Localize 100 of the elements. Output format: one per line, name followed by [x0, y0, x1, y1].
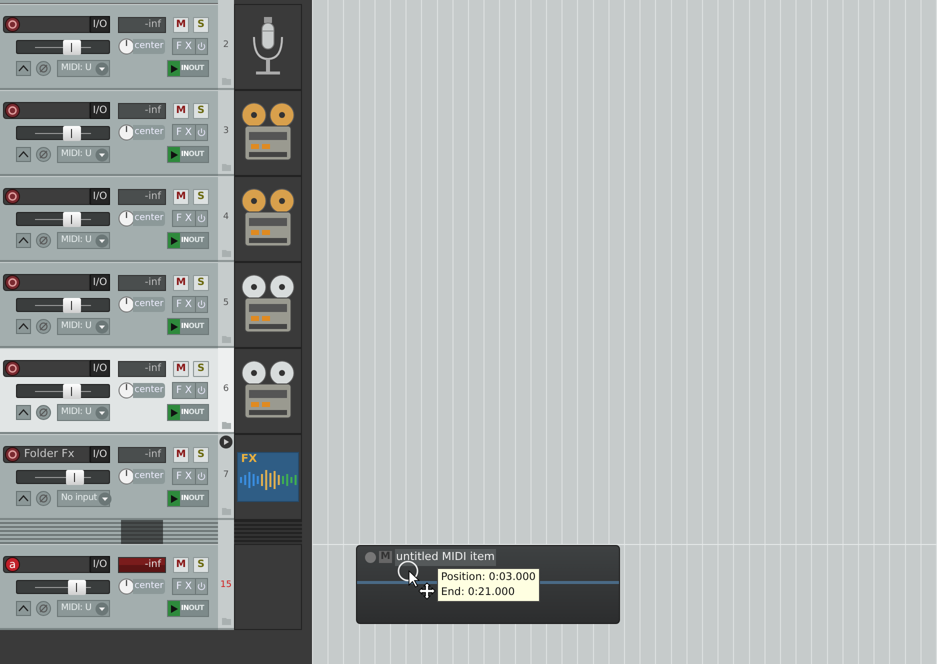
envelope-button[interactable] — [16, 147, 31, 162]
record-icon[interactable] — [8, 20, 17, 29]
record-icon[interactable] — [8, 192, 17, 201]
play-icon[interactable] — [168, 147, 180, 162]
volume-fader[interactable] — [16, 580, 110, 594]
envelope-icon[interactable] — [18, 604, 29, 613]
record-icon[interactable] — [8, 106, 17, 115]
mute-button[interactable]: M — [173, 446, 189, 462]
dropdown-caret-icon[interactable] — [98, 492, 112, 506]
play-icon[interactable] — [168, 61, 180, 76]
dropdown-caret-icon[interactable] — [95, 62, 109, 76]
pan-knob-icon[interactable] — [118, 124, 135, 141]
power-icon[interactable] — [195, 578, 207, 595]
record-arm-button[interactable] — [5, 275, 20, 290]
power-icon[interactable] — [195, 382, 207, 399]
mute-button[interactable]: M — [173, 274, 189, 290]
fx-button[interactable]: F X — [172, 296, 208, 313]
io-button[interactable]: I/O — [90, 16, 110, 33]
power-icon[interactable] — [195, 38, 207, 55]
envelope-icon[interactable] — [18, 64, 29, 73]
mute-button[interactable]: M — [173, 188, 189, 204]
fader-handle[interactable] — [66, 470, 84, 484]
fx-button[interactable]: F X — [172, 124, 208, 141]
folder-toggle-icon[interactable] — [219, 435, 233, 449]
solo-button[interactable]: S — [193, 102, 209, 118]
fx-button[interactable]: F X — [172, 38, 208, 55]
solo-button[interactable]: S — [193, 446, 209, 462]
io-button[interactable]: I/O — [90, 446, 110, 463]
envelope-icon[interactable] — [18, 408, 29, 417]
fx-button[interactable]: F X — [172, 382, 208, 399]
track-name-field[interactable]: Folder Fx — [3, 446, 90, 463]
input-dropdown[interactable]: No input — [57, 490, 110, 507]
envelope-icon[interactable] — [18, 494, 29, 503]
dropdown-caret-icon[interactable] — [95, 320, 109, 334]
dropdown-caret-icon[interactable] — [95, 148, 109, 162]
envelope-button[interactable] — [16, 61, 31, 76]
pan-knob-icon[interactable] — [118, 210, 135, 227]
volume-fader[interactable] — [16, 212, 110, 226]
io-button[interactable]: I/O — [90, 188, 110, 205]
record-arm-button[interactable] — [5, 189, 20, 204]
power-icon[interactable] — [195, 124, 207, 141]
power-icon[interactable] — [195, 468, 207, 485]
play-icon[interactable] — [168, 491, 180, 506]
fader-handle[interactable] — [63, 126, 82, 140]
record-arm-button[interactable] — [5, 103, 20, 118]
mute-button[interactable]: M — [173, 556, 189, 572]
mute-button[interactable]: M — [173, 16, 189, 32]
solo-button[interactable]: S — [193, 360, 209, 376]
record-arm-button[interactable] — [5, 447, 20, 462]
play-icon[interactable] — [168, 233, 180, 248]
fader-handle[interactable] — [63, 212, 82, 226]
input-dropdown[interactable]: MIDI: U — [57, 60, 110, 77]
pan-knob-icon[interactable] — [118, 38, 135, 55]
solo-button[interactable]: S — [193, 188, 209, 204]
envelope-icon[interactable] — [18, 236, 29, 245]
input-dropdown[interactable]: MIDI: U — [57, 318, 110, 335]
volume-fader[interactable] — [16, 384, 110, 398]
fx-button[interactable]: F X — [172, 468, 208, 485]
envelope-button[interactable] — [16, 233, 31, 248]
input-dropdown[interactable]: MIDI: U — [57, 232, 110, 249]
envelope-icon[interactable] — [18, 150, 29, 159]
record-arm-button[interactable]: a — [5, 557, 20, 572]
input-dropdown[interactable]: MIDI: U — [57, 404, 110, 421]
io-button[interactable]: I/O — [90, 556, 110, 573]
input-dropdown[interactable]: MIDI: U — [57, 600, 110, 617]
volume-fader[interactable] — [16, 298, 110, 312]
play-icon[interactable] — [168, 405, 180, 420]
io-button[interactable]: I/O — [90, 102, 110, 119]
solo-button[interactable]: S — [193, 556, 209, 572]
volume-fader[interactable] — [16, 126, 110, 140]
envelope-icon[interactable] — [18, 322, 29, 331]
record-icon[interactable] — [8, 364, 17, 373]
envelope-button[interactable] — [16, 491, 31, 506]
fx-button[interactable]: F X — [172, 578, 208, 595]
fader-handle[interactable] — [63, 384, 82, 398]
io-button[interactable]: I/O — [90, 360, 110, 377]
pan-knob-icon[interactable] — [118, 578, 135, 595]
dropdown-caret-icon[interactable] — [95, 406, 109, 420]
fader-handle[interactable] — [68, 580, 86, 594]
mute-button[interactable]: M — [173, 102, 189, 118]
dropdown-caret-icon[interactable] — [95, 602, 109, 616]
play-icon[interactable] — [168, 601, 180, 616]
record-icon[interactable] — [8, 450, 17, 459]
record-arm-button[interactable] — [5, 17, 20, 32]
pan-knob-icon[interactable] — [118, 382, 135, 399]
record-icon[interactable] — [8, 278, 17, 287]
track-name-field[interactable]: a — [3, 556, 90, 573]
mute-button[interactable]: M — [173, 360, 189, 376]
play-icon[interactable] — [168, 319, 180, 334]
envelope-button[interactable] — [16, 319, 31, 334]
fader-handle[interactable] — [63, 298, 82, 312]
solo-button[interactable]: S — [193, 16, 209, 32]
envelope-button[interactable] — [16, 405, 31, 420]
fx-button[interactable]: F X — [172, 210, 208, 227]
io-button[interactable]: I/O — [90, 274, 110, 291]
dropdown-caret-icon[interactable] — [95, 234, 109, 248]
fader-handle[interactable] — [63, 40, 82, 54]
input-dropdown[interactable]: MIDI: U — [57, 146, 110, 163]
solo-button[interactable]: S — [193, 274, 209, 290]
item-lock-icon[interactable] — [365, 552, 376, 563]
